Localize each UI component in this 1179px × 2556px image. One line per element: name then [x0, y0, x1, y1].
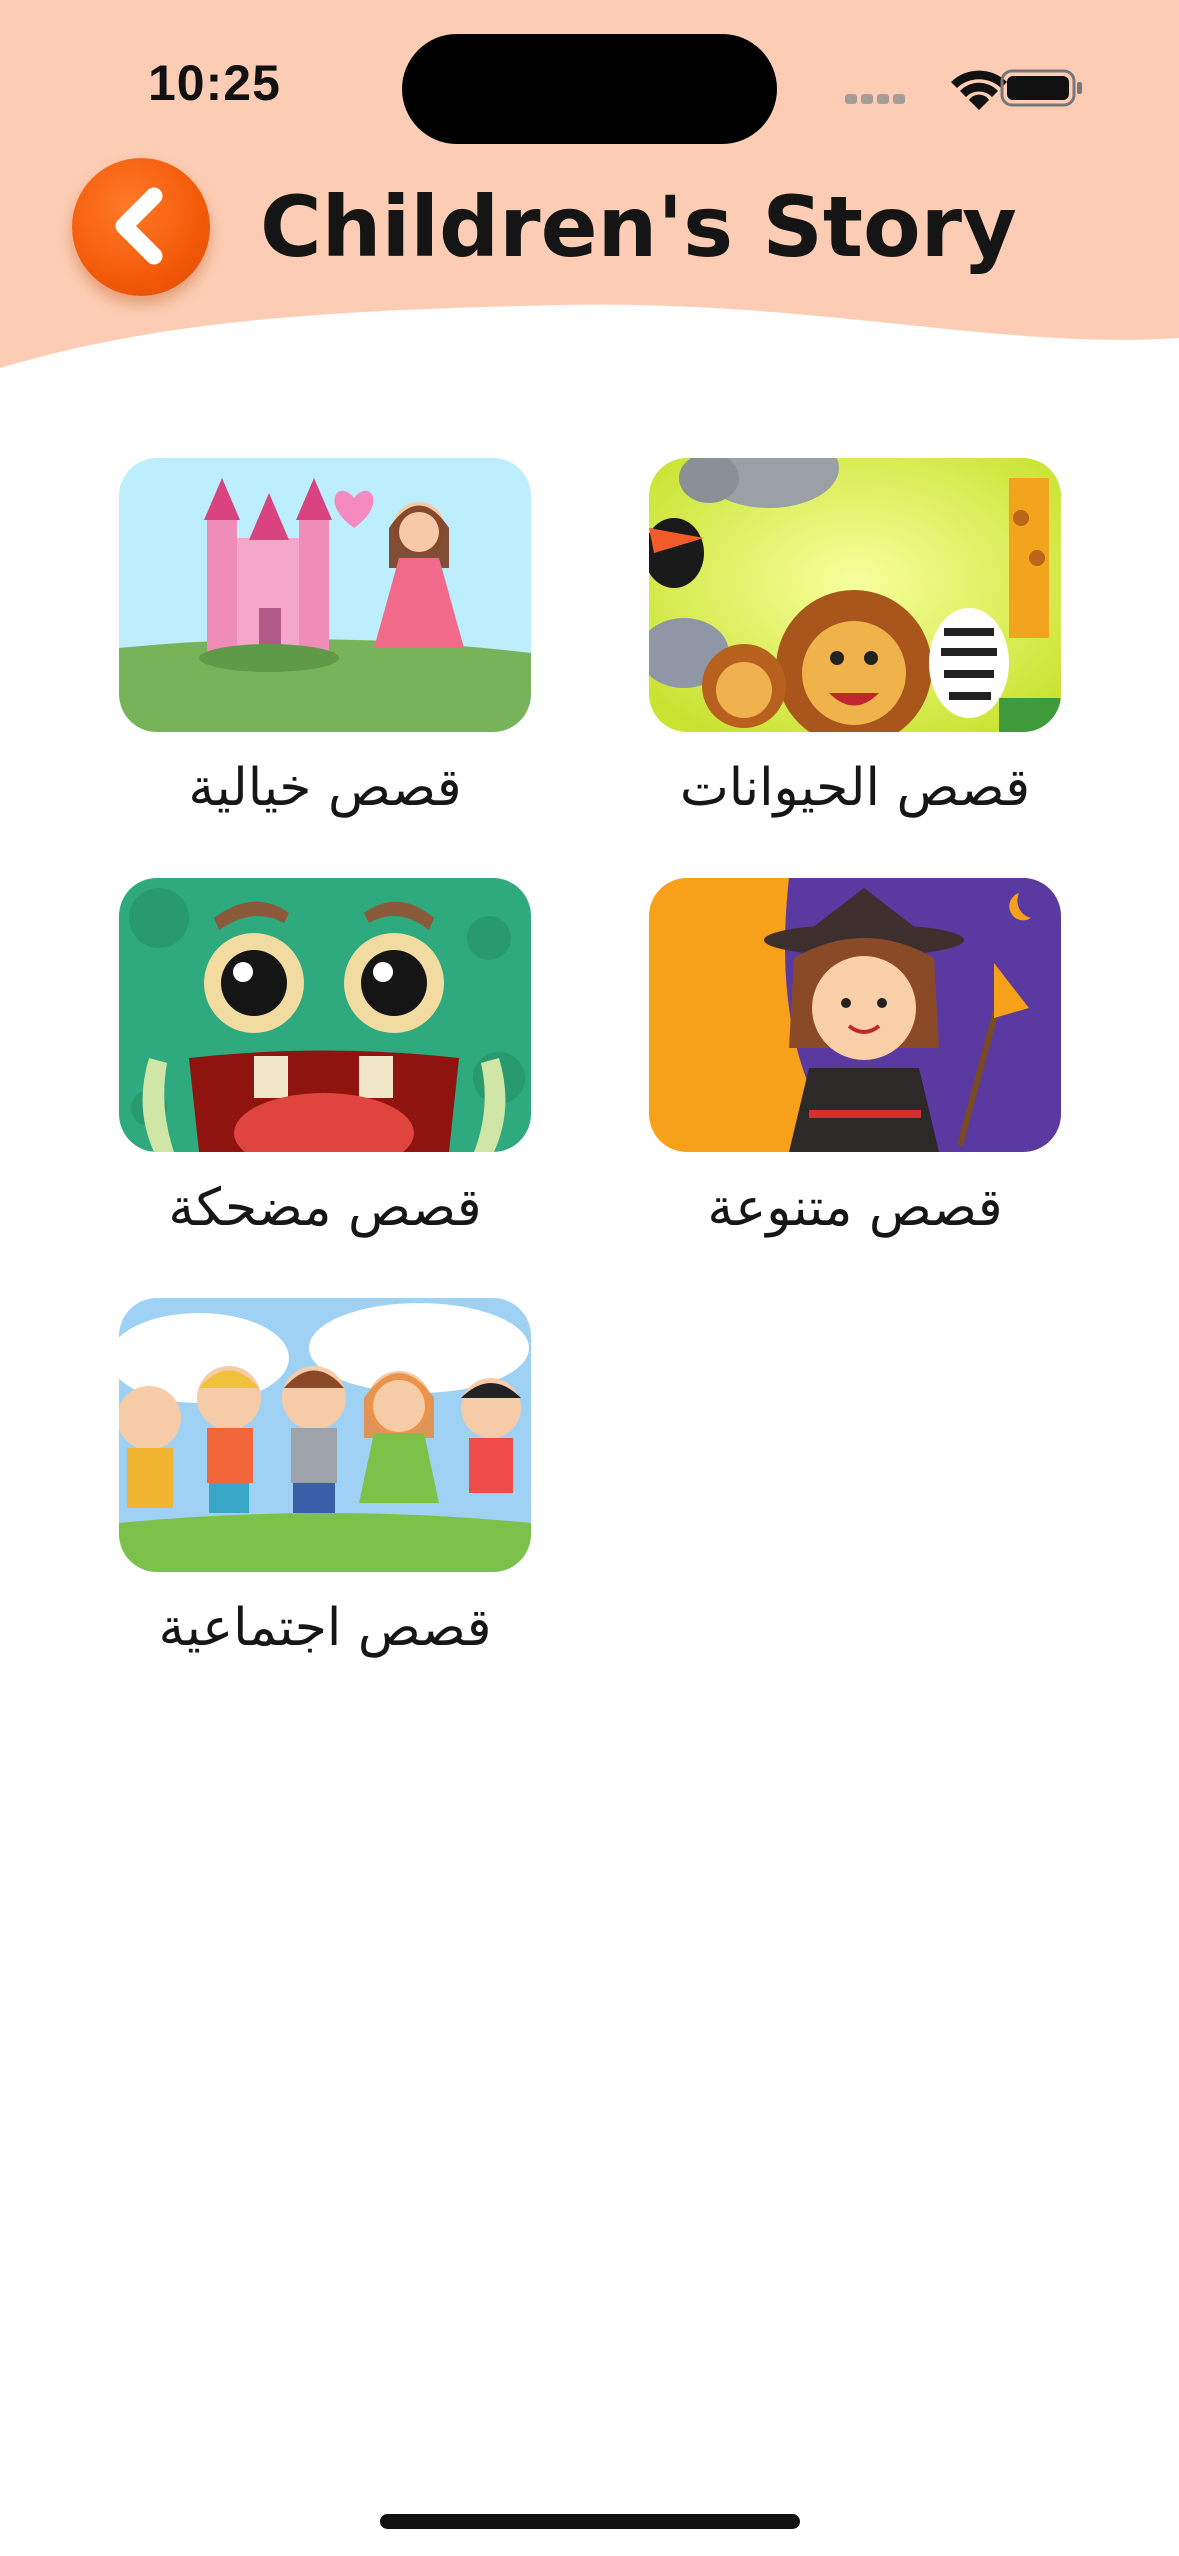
category-card-fantasy[interactable]: قصص خيالية	[119, 458, 531, 818]
wifi-icon	[951, 70, 1007, 110]
category-label: قصص خيالية	[188, 758, 462, 818]
cellular-signal-icon	[845, 94, 905, 104]
status-icons	[845, 69, 1082, 110]
category-card-various[interactable]: قصص متنوعة	[649, 878, 1061, 1238]
various-image	[649, 878, 1061, 1152]
status-time: 10:25	[148, 55, 281, 111]
back-button[interactable]	[72, 158, 210, 296]
dynamic-island	[402, 34, 777, 144]
category-card-social[interactable]: قصص اجتماعية	[119, 1298, 531, 1658]
category-label: قصص متنوعة	[707, 1178, 1003, 1238]
battery-icon	[1000, 69, 1082, 107]
home-indicator[interactable]	[380, 2514, 800, 2529]
category-label: قصص مضحكة	[168, 1178, 482, 1238]
category-card-funny[interactable]: قصص مضحكة	[119, 878, 531, 1238]
social-image	[119, 1298, 531, 1572]
category-label: قصص اجتماعية	[158, 1598, 492, 1658]
category-label: قصص الحيوانات	[679, 758, 1031, 818]
page-title: Children's Story	[260, 178, 1017, 276]
funny-image	[119, 878, 531, 1152]
fantasy-image	[119, 458, 531, 732]
chevron-left-icon	[115, 187, 163, 265]
animals-image	[649, 458, 1061, 732]
category-card-animals[interactable]: قصص الحيوانات	[649, 458, 1061, 818]
